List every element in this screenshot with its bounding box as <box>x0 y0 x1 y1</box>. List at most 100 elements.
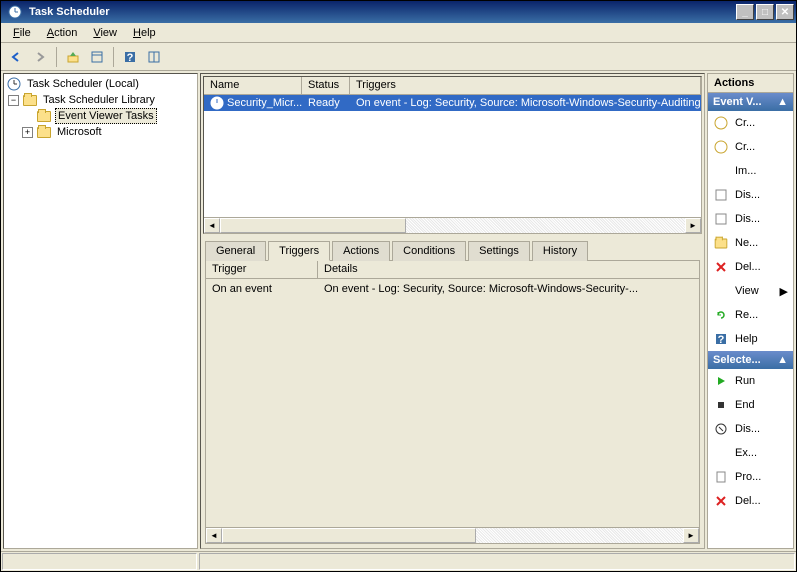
scroll-right-icon[interactable]: ► <box>685 218 701 233</box>
col-triggers[interactable]: Triggers <box>350 77 701 94</box>
action-disable-history[interactable]: Dis... <box>708 207 793 231</box>
panel2-button[interactable] <box>143 46 165 68</box>
trigger-name: On an event <box>206 281 318 297</box>
svg-text:?: ? <box>718 334 725 346</box>
action-run[interactable]: Run <box>708 369 793 393</box>
folder-icon <box>36 108 52 124</box>
actions-group-folder[interactable]: Event V... ▲ <box>708 93 793 111</box>
action-import[interactable]: Im... <box>708 159 793 183</box>
tab-conditions[interactable]: Conditions <box>392 241 466 261</box>
import-icon <box>713 163 729 179</box>
triggers-panel: Trigger Details On an event On event - L… <box>205 260 700 544</box>
actions-title: Actions <box>707 73 794 93</box>
action-end[interactable]: End <box>708 393 793 417</box>
list-header: Name Status Triggers <box>204 77 701 95</box>
stop-icon <box>713 397 729 413</box>
delete-icon <box>713 493 729 509</box>
action-export[interactable]: Ex... <box>708 441 793 465</box>
clock-icon <box>6 76 22 92</box>
action-disable[interactable]: Dis... <box>708 417 793 441</box>
close-button[interactable]: ✕ <box>776 4 794 20</box>
action-display-running[interactable]: Dis... <box>708 183 793 207</box>
help-button[interactable]: ? <box>119 46 141 68</box>
tab-triggers[interactable]: Triggers <box>268 241 330 261</box>
window-title: Task Scheduler <box>27 6 734 18</box>
h-scrollbar[interactable]: ◄ ► <box>206 527 699 543</box>
menu-action[interactable]: Action <box>39 25 86 41</box>
export-icon <box>713 445 729 461</box>
action-view[interactable]: View▶ <box>708 279 793 303</box>
help-icon: ? <box>713 331 729 347</box>
svg-text:?: ? <box>127 52 134 64</box>
tab-history[interactable]: History <box>532 241 588 261</box>
refresh-icon <box>713 307 729 323</box>
clock-icon <box>713 139 729 155</box>
folder-icon <box>36 124 52 140</box>
play-icon <box>713 373 729 389</box>
action-help[interactable]: ?Help <box>708 327 793 351</box>
collapse-icon[interactable]: ▲ <box>777 354 788 366</box>
titlebar[interactable]: Task Scheduler _ □ ✕ <box>1 1 796 23</box>
action-create-task[interactable]: Cr... <box>708 135 793 159</box>
action-new-folder[interactable]: Ne... <box>708 231 793 255</box>
trigger-details: On event - Log: Security, Source: Micros… <box>318 281 699 297</box>
task-row[interactable]: Security_Micr... Ready On event - Log: S… <box>204 95 701 111</box>
disable-icon <box>713 421 729 437</box>
tabstrip: General Triggers Actions Conditions Sett… <box>205 241 700 261</box>
delete-icon <box>713 259 729 275</box>
list-icon <box>713 211 729 227</box>
clock-icon <box>713 115 729 131</box>
panel-button[interactable] <box>86 46 108 68</box>
col-details[interactable]: Details <box>318 261 699 278</box>
tree-pane[interactable]: Task Scheduler (Local) − Task Scheduler … <box>3 73 198 549</box>
toolbar: ? <box>1 43 796 71</box>
menu-view[interactable]: View <box>85 25 125 41</box>
task-status: Ready <box>302 96 350 110</box>
statusbar <box>1 551 796 571</box>
collapse-icon[interactable]: ▲ <box>777 96 788 108</box>
task-list[interactable]: Name Status Triggers Security_Micr... Re… <box>203 76 702 234</box>
list-icon <box>713 187 729 203</box>
col-trigger[interactable]: Trigger <box>206 261 318 278</box>
tree-root[interactable]: Task Scheduler (Local) <box>6 76 195 92</box>
task-triggers: On event - Log: Security, Source: Micros… <box>350 96 701 110</box>
expand-icon[interactable]: + <box>22 127 33 138</box>
scroll-left-icon[interactable]: ◄ <box>204 218 220 233</box>
menubar: File Action View Help <box>1 23 796 43</box>
h-scrollbar[interactable]: ◄ ► <box>204 217 701 233</box>
tab-general[interactable]: General <box>205 241 266 261</box>
menu-help[interactable]: Help <box>125 25 164 41</box>
col-name[interactable]: Name <box>204 77 302 94</box>
window: Task Scheduler _ □ ✕ File Action View He… <box>0 0 797 572</box>
tree-microsoft[interactable]: + Microsoft <box>6 124 195 140</box>
tab-actions[interactable]: Actions <box>332 241 390 261</box>
action-refresh[interactable]: Re... <box>708 303 793 327</box>
tree-event-viewer-tasks[interactable]: Event Viewer Tasks <box>6 108 195 124</box>
collapse-icon[interactable]: − <box>8 95 19 106</box>
scroll-right-icon[interactable]: ► <box>683 528 699 543</box>
action-delete-folder[interactable]: Del... <box>708 255 793 279</box>
up-button[interactable] <box>62 46 84 68</box>
col-status[interactable]: Status <box>302 77 350 94</box>
properties-icon <box>713 469 729 485</box>
app-icon <box>7 4 23 20</box>
actions-group-selected[interactable]: Selecte... ▲ <box>708 351 793 369</box>
action-properties[interactable]: Pro... <box>708 465 793 489</box>
clock-icon <box>210 95 224 111</box>
library-icon <box>22 92 38 108</box>
folder-icon <box>713 235 729 251</box>
back-button[interactable] <box>5 46 27 68</box>
minimize-button[interactable]: _ <box>736 4 754 20</box>
maximize-button[interactable]: □ <box>756 4 774 20</box>
menu-file[interactable]: File <box>5 25 39 41</box>
action-create-basic[interactable]: Cr... <box>708 111 793 135</box>
center-pane: Name Status Triggers Security_Micr... Re… <box>200 73 705 549</box>
action-delete[interactable]: Del... <box>708 489 793 513</box>
tree-library[interactable]: − Task Scheduler Library <box>6 92 195 108</box>
tab-settings[interactable]: Settings <box>468 241 530 261</box>
chevron-right-icon: ▶ <box>780 285 788 298</box>
trigger-row[interactable]: On an event On event - Log: Security, So… <box>206 279 699 299</box>
actions-pane: Actions Event V... ▲ Cr... Cr... Im... D… <box>707 73 794 549</box>
scroll-left-icon[interactable]: ◄ <box>206 528 222 543</box>
forward-button[interactable] <box>29 46 51 68</box>
